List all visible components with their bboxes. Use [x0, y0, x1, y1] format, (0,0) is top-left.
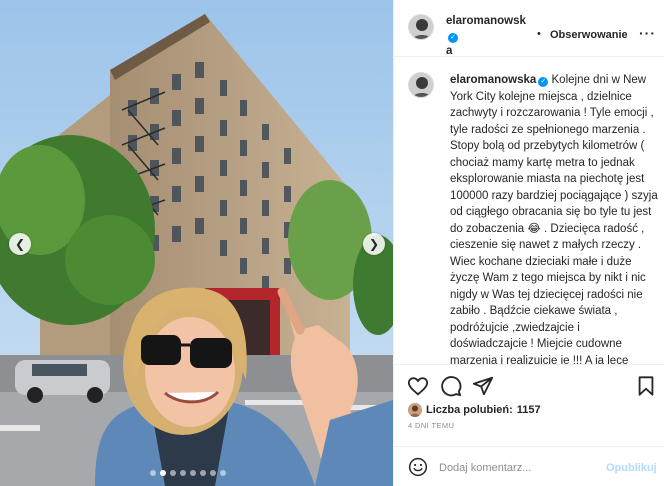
comment-icon[interactable] [440, 375, 462, 397]
carousel-dot [210, 470, 216, 476]
caption-author-avatar[interactable] [408, 72, 434, 98]
carousel-next-button[interactable]: ❯ [363, 233, 385, 255]
author-username[interactable]: elaromanowsk ✓ a [446, 14, 526, 59]
post-actions-bar [394, 364, 664, 406]
heart-icon[interactable] [407, 375, 429, 397]
carousel-dot [200, 470, 206, 476]
caption-text-block: elaromanowska ✓ Kolejne dni w New York Ci… [450, 72, 660, 364]
carousel-dot-active [160, 470, 166, 476]
carousel-dot [220, 470, 226, 476]
avatar-image [409, 15, 433, 39]
carousel-prev-button[interactable]: ❮ [9, 233, 31, 255]
smiley-icon[interactable] [408, 457, 428, 477]
post-header: elaromanowsk ✓ a • Obserwowanie ··· [394, 0, 664, 57]
carousel-indicator [150, 470, 226, 476]
verified-badge-icon: ✓ [448, 33, 458, 43]
comment-box: Opublikuj [394, 446, 664, 486]
chevron-right-icon: ❯ [368, 237, 380, 251]
chevron-left-icon: ❮ [14, 237, 26, 251]
send-icon[interactable] [472, 375, 494, 397]
bookmark-icon[interactable] [635, 375, 657, 397]
header-separator: • [537, 28, 541, 40]
carousel-dot [180, 470, 186, 476]
carousel-dot [170, 470, 176, 476]
carousel-dot [190, 470, 196, 476]
following-button[interactable]: Obserwowanie [550, 29, 628, 41]
more-options-button[interactable]: ··· [639, 25, 656, 41]
street-photo-image [0, 0, 393, 486]
author-avatar[interactable] [408, 14, 434, 40]
verified-badge-icon: ✓ [538, 77, 549, 87]
avatar-image [409, 73, 433, 97]
likes-label: Liczba polubień: [426, 404, 513, 416]
liker-avatar [408, 403, 422, 417]
post-caption: elaromanowska ✓ Kolejne dni w New York Ci… [394, 58, 664, 364]
publish-comment-button[interactable]: Opublikuj [606, 462, 657, 474]
comment-input[interactable] [439, 460, 599, 476]
post-side-panel: elaromanowsk ✓ a • Obserwowanie ··· elaro… [393, 0, 664, 486]
likes-count: 1157 [516, 404, 541, 416]
author-username-line2[interactable]: a [446, 45, 452, 57]
carousel-dot [150, 470, 156, 476]
post-photo[interactable]: ❮ ❯ [0, 0, 393, 486]
author-username-line1[interactable]: elaromanowsk [446, 15, 526, 27]
post-timestamp[interactable]: 4 DNI TEMU [408, 421, 454, 430]
caption-body: Kolejne dni w New York City kolejne miej… [450, 74, 658, 364]
likes-summary[interactable]: Liczba polubień: 1157 [408, 402, 541, 418]
caption-username[interactable]: elaromanowska [450, 74, 536, 86]
liker-avatar-image [408, 403, 422, 417]
